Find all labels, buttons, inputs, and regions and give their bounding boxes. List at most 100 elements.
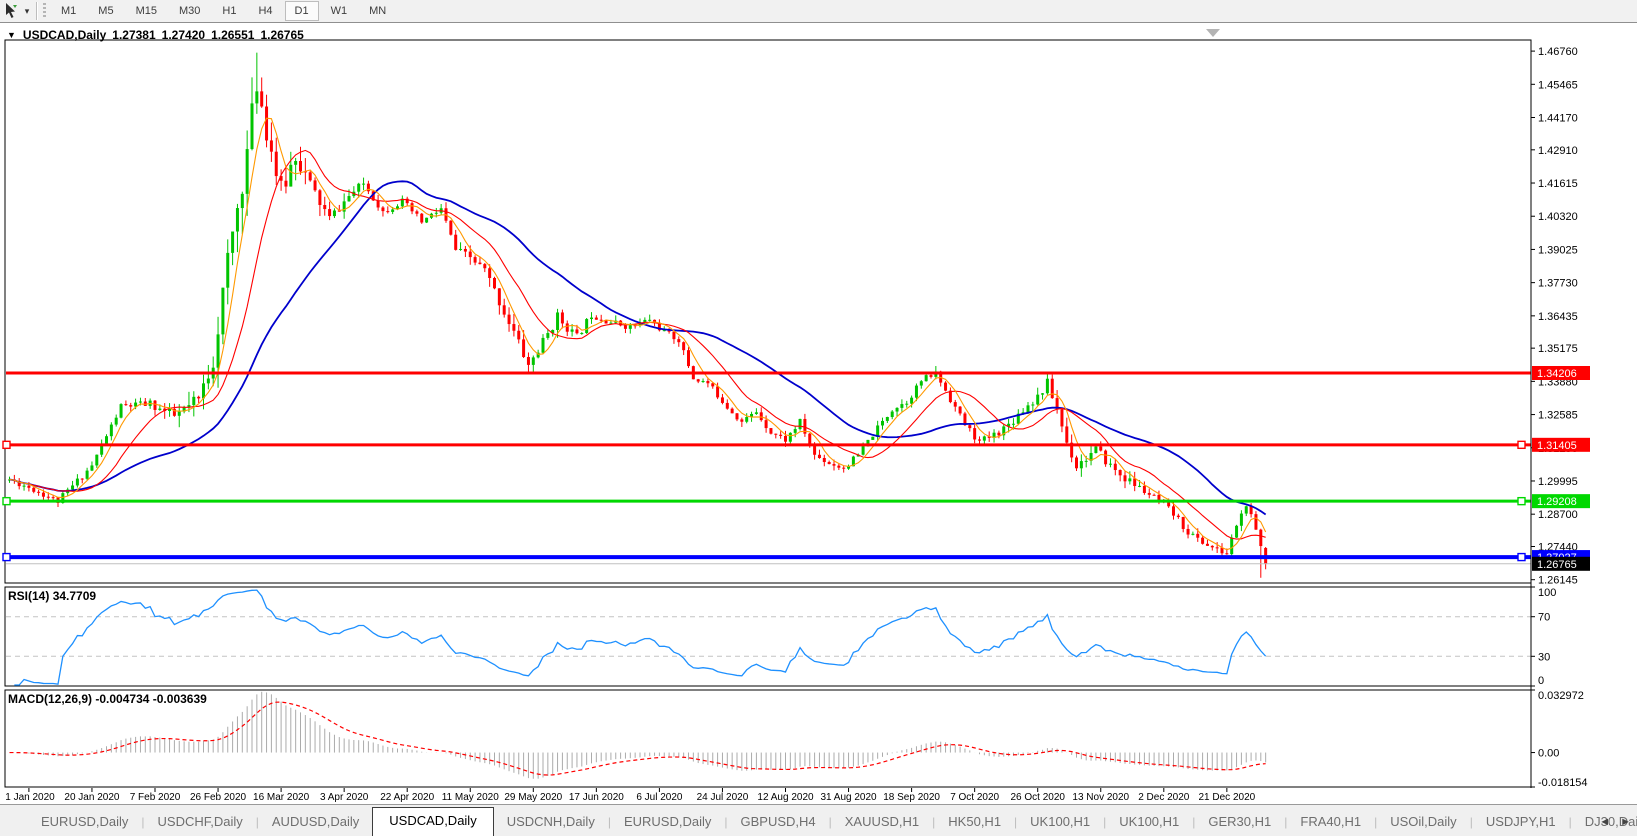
tab-fra40-h1[interactable]: FRA40,H1	[1287, 809, 1374, 836]
hline-handle[interactable]	[3, 554, 10, 561]
svg-text:1.31405: 1.31405	[1537, 440, 1577, 452]
timeframe-button-m15[interactable]: M15	[126, 1, 167, 21]
svg-text:13 Nov 2020: 13 Nov 2020	[1072, 792, 1129, 803]
timeframe-button-m30[interactable]: M30	[169, 1, 210, 21]
svg-text:7 Oct 2020: 7 Oct 2020	[950, 792, 999, 803]
tab-scroll-right-icon[interactable]: ►	[1620, 816, 1631, 828]
tab-usdjpy-h1[interactable]: USDJPY,H1	[1473, 809, 1569, 836]
svg-text:1.36435: 1.36435	[1538, 311, 1578, 323]
svg-text:30: 30	[1538, 651, 1550, 663]
svg-text:1.35175: 1.35175	[1538, 343, 1578, 355]
svg-text:20 Jan 2020: 20 Jan 2020	[64, 792, 119, 803]
svg-text:11 May 2020: 11 May 2020	[442, 792, 500, 803]
tab-eurusd-daily[interactable]: EURUSD,Daily	[611, 809, 724, 836]
chart-window: 1.467601.454651.441701.429101.416151.403…	[0, 23, 1637, 804]
svg-text:1.41615: 1.41615	[1538, 178, 1578, 190]
tab-usoil-daily[interactable]: USOil,Daily	[1377, 809, 1469, 836]
svg-text:26 Oct 2020: 26 Oct 2020	[1010, 792, 1065, 803]
svg-text:0: 0	[1538, 675, 1544, 687]
svg-text:1.34206: 1.34206	[1537, 368, 1577, 380]
svg-text:1.29995: 1.29995	[1538, 476, 1578, 488]
tab-hk50-h1[interactable]: HK50,H1	[935, 809, 1014, 836]
hline-handle[interactable]	[3, 441, 10, 448]
svg-text:17 Jun 2020: 17 Jun 2020	[569, 792, 624, 803]
svg-text:70: 70	[1538, 612, 1550, 624]
top-toolbar: ▾ M1M5M15M30H1H4D1W1MN	[0, 0, 1637, 23]
svg-text:1.26145: 1.26145	[1538, 575, 1578, 587]
tool-dropdown-caret-icon[interactable]: ▾	[21, 6, 33, 17]
bid-price-badge: 1.26765	[1532, 557, 1590, 571]
svg-text:6 Jul 2020: 6 Jul 2020	[636, 792, 683, 803]
svg-text:24 Jul 2020: 24 Jul 2020	[697, 792, 749, 803]
chart-tabs: EURUSD,Daily|USDCHF,Daily|AUDUSD,DailyUS…	[0, 805, 1637, 836]
chart-shift-marker-icon[interactable]	[1206, 29, 1220, 37]
svg-text:-0.018154: -0.018154	[1538, 777, 1588, 789]
svg-text:0.00: 0.00	[1538, 748, 1559, 760]
svg-text:2 Dec 2020: 2 Dec 2020	[1138, 792, 1190, 803]
toolbar-grip-handle[interactable]	[43, 3, 46, 19]
chart-collapse-icon[interactable]: ▼	[7, 30, 16, 40]
svg-text:0.032972: 0.032972	[1538, 690, 1584, 702]
tab-eurusd-daily[interactable]: EURUSD,Daily	[28, 809, 141, 836]
date-axis-labels: 1 Jan 202020 Jan 20207 Feb 202026 Feb 20…	[5, 788, 1255, 803]
svg-text:1.46760: 1.46760	[1538, 46, 1578, 58]
svg-text:1.28700: 1.28700	[1538, 509, 1578, 521]
timeframe-button-m5[interactable]: M5	[88, 1, 123, 21]
tab-scroll-left-icon[interactable]: ◄	[1599, 816, 1610, 828]
svg-text:1.32585: 1.32585	[1538, 410, 1578, 422]
tab-audusd-daily[interactable]: AUDUSD,Daily	[259, 809, 372, 836]
tab-usdcad-daily[interactable]: USDCAD,Daily	[372, 807, 493, 836]
macd-signal-value: -0.003639	[153, 692, 207, 706]
svg-text:22 Apr 2020: 22 Apr 2020	[380, 792, 434, 803]
tab-usdcnh-daily[interactable]: USDCNH,Daily	[494, 809, 608, 836]
chart-symbol-period: USDCAD,Daily	[23, 28, 106, 42]
timeframe-button-d1[interactable]: D1	[285, 1, 319, 21]
timeframe-button-h1[interactable]: H1	[212, 1, 246, 21]
svg-text:18 Sep 2020: 18 Sep 2020	[883, 792, 940, 803]
tab-ger30-h1[interactable]: GER30,H1	[1195, 809, 1284, 836]
toolbar-separator	[36, 2, 38, 20]
svg-text:3 Apr 2020: 3 Apr 2020	[320, 792, 369, 803]
tab-gbpusd-h4[interactable]: GBPUSD,H4	[727, 809, 828, 836]
svg-text:1.44170: 1.44170	[1538, 113, 1578, 125]
price-badge-1.34206: 1.34206	[1532, 366, 1590, 380]
svg-text:16 Mar 2020: 16 Mar 2020	[253, 792, 310, 803]
tab-uk100-h1[interactable]: UK100,H1	[1017, 809, 1103, 836]
hline-handle[interactable]	[1518, 441, 1525, 448]
ohlc-open: 1.27381	[112, 28, 155, 42]
chart-canvas[interactable]: 1.467601.454651.441701.429101.416151.403…	[0, 23, 1637, 804]
chart-tab-bar: EURUSD,Daily|USDCHF,Daily|AUDUSD,DailyUS…	[0, 804, 1637, 836]
cursor-tool-icon[interactable]	[1, 2, 21, 20]
price-axis-labels: 1.467601.454651.441701.429101.416151.403…	[1531, 46, 1588, 789]
timeframe-button-mn[interactable]: MN	[359, 1, 396, 21]
timeframe-button-h4[interactable]: H4	[248, 1, 282, 21]
svg-text:29 May 2020: 29 May 2020	[504, 792, 562, 803]
svg-text:1.37730: 1.37730	[1538, 278, 1578, 290]
svg-text:1 Jan 2020: 1 Jan 2020	[5, 792, 55, 803]
macd-name: MACD(12,26,9)	[8, 692, 92, 706]
tab-uk100-h1[interactable]: UK100,H1	[1106, 809, 1192, 836]
timeframe-button-w1[interactable]: W1	[321, 1, 358, 21]
svg-text:31 Aug 2020: 31 Aug 2020	[820, 792, 877, 803]
rsi-value: 34.7709	[53, 589, 96, 603]
svg-text:1.42910: 1.42910	[1538, 145, 1578, 157]
ohlc-high: 1.27420	[162, 28, 205, 42]
price-badge-1.31405: 1.31405	[1532, 438, 1590, 452]
tab-scroll-buttons: ◄ ►	[1599, 816, 1631, 828]
hline-handle[interactable]	[3, 498, 10, 505]
svg-text:12 Aug 2020: 12 Aug 2020	[757, 792, 814, 803]
tab-usdchf-daily[interactable]: USDCHF,Daily	[145, 809, 256, 836]
hline-handle[interactable]	[1518, 498, 1525, 505]
timeframe-toolbar: M1M5M15M30H1H4D1W1MN	[50, 0, 397, 22]
hline-handle[interactable]	[1518, 554, 1525, 561]
tab-xauusd-h1[interactable]: XAUUSD,H1	[832, 809, 932, 836]
rsi-indicator-label: RSI(14) 34.7709	[8, 589, 96, 603]
svg-text:1.26765: 1.26765	[1537, 559, 1577, 571]
svg-text:1.39025: 1.39025	[1538, 244, 1578, 256]
chart-title: ▼USDCAD,Daily1.273811.274201.265511.2676…	[7, 28, 304, 42]
ohlc-low: 1.26551	[211, 28, 254, 42]
macd-main-value: -0.004734	[95, 692, 149, 706]
timeframe-button-m1[interactable]: M1	[51, 1, 86, 21]
rsi-name: RSI(14)	[8, 589, 49, 603]
svg-text:21 Dec 2020: 21 Dec 2020	[1198, 792, 1255, 803]
